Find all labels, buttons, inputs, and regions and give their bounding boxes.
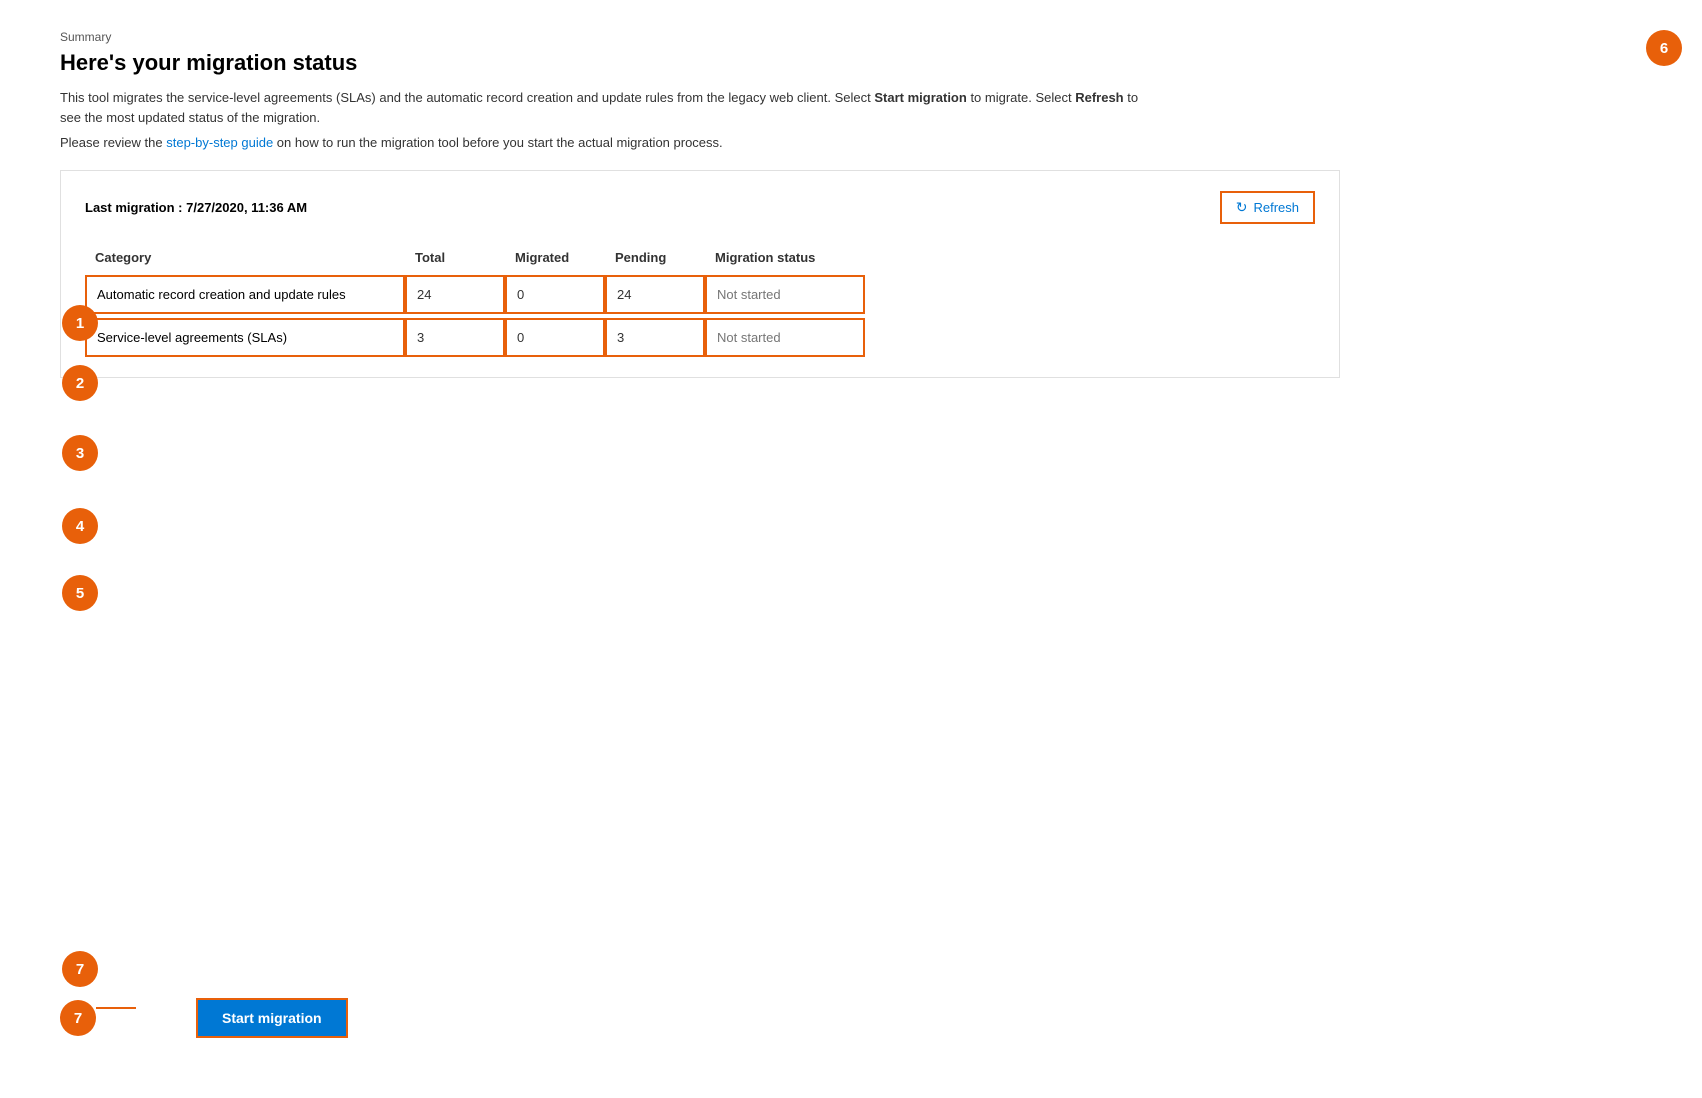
- start-migration-button[interactable]: Start migration: [196, 998, 348, 1038]
- header-migrated: Migrated: [505, 244, 605, 271]
- table-body: Automatic record creation and update rul…: [85, 275, 1315, 357]
- category-cell-2: Service-level agreements (SLAs): [85, 318, 405, 357]
- header-pending: Pending: [605, 244, 705, 271]
- pending-cell-2: 3: [605, 318, 705, 357]
- table-row: Automatic record creation and update rul…: [85, 275, 1315, 314]
- migrated-cell-2: 0: [505, 318, 605, 357]
- annotation-7: 7: [62, 951, 98, 987]
- migrated-cell-1: 0: [505, 275, 605, 314]
- annotation-2: 2: [62, 365, 98, 401]
- description-text: This tool migrates the service-level agr…: [60, 88, 1160, 127]
- last-migration-label: Last migration : 7/27/2020, 11:36 AM: [85, 200, 307, 215]
- card-header: Last migration : 7/27/2020, 11:36 AM ↻ R…: [85, 191, 1315, 224]
- annotation-5: 5: [62, 575, 98, 611]
- guide-line: Please review the step-by-step guide on …: [60, 135, 1340, 150]
- total-cell-2: 3: [405, 318, 505, 357]
- pending-cell-1: 24: [605, 275, 705, 314]
- header-total: Total: [405, 244, 505, 271]
- refresh-icon: ↻: [1236, 199, 1248, 216]
- refresh-button[interactable]: ↻ Refresh: [1220, 191, 1315, 224]
- step-by-step-guide-link[interactable]: step-by-step guide: [166, 135, 273, 150]
- status-cell-2: Not started: [705, 318, 865, 357]
- migration-table: Category Total Migrated Pending Migratio…: [85, 244, 1315, 357]
- page-title: Here's your migration status: [60, 50, 1340, 76]
- category-cell-1: Automatic record creation and update rul…: [85, 275, 405, 314]
- status-cell-1: Not started: [705, 275, 865, 314]
- annotation-3: 3: [62, 435, 98, 471]
- table-row: Service-level agreements (SLAs) 3 0 3 No…: [85, 318, 1315, 357]
- annotation-6: 6: [1646, 30, 1682, 66]
- migration-card: Last migration : 7/27/2020, 11:36 AM ↻ R…: [60, 170, 1340, 378]
- annotation-overlay: [0, 0, 1400, 1098]
- annotation-1: 1: [62, 305, 98, 341]
- header-category: Category: [85, 244, 405, 271]
- footer-area: 7 Start migration: [60, 978, 1340, 1038]
- total-cell-1: 24: [405, 275, 505, 314]
- header-migration-status: Migration status: [705, 244, 865, 271]
- breadcrumb: Summary: [60, 30, 1340, 44]
- annotation-7: 7: [60, 1000, 96, 1036]
- annotation-4: 4: [62, 508, 98, 544]
- table-header-row: Category Total Migrated Pending Migratio…: [85, 244, 1315, 271]
